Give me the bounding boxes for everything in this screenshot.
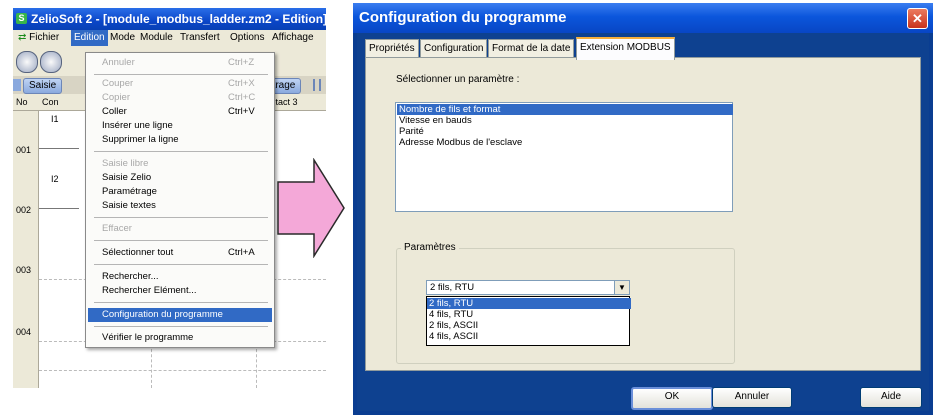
zeliosoft-app-icon: S (16, 13, 27, 24)
row-number (13, 356, 39, 388)
grid-line (39, 370, 326, 371)
parameters-group-title: Paramètres (401, 242, 459, 253)
close-icon[interactable]: ✕ (907, 8, 928, 29)
row-number: 004 (13, 291, 39, 357)
row-number: 002 (13, 171, 39, 232)
dialog-body: Propriétés Configuration Format de la da… (357, 33, 929, 411)
grid-line (151, 344, 152, 388)
menu-separator (94, 240, 268, 241)
menu-item-effacer[interactable]: Effacer (88, 222, 272, 236)
edition-dropdown-menu: Annuler Ctrl+Z Couper Ctrl+X Copier Ctrl+C … (85, 52, 275, 348)
select-option[interactable]: 4 fils, RTU (427, 309, 631, 320)
tab-splitter-icon (313, 79, 321, 91)
menu-module[interactable]: Module (137, 30, 176, 46)
select-current-value: 2 fils, RTU (430, 282, 475, 293)
menu-separator (94, 151, 268, 152)
window-title: S ZelioSoft 2 - [module_modbus_ladder.zm… (13, 8, 326, 30)
tab-scroll-icon (13, 79, 21, 91)
menu-item-parametrage[interactable]: Paramétrage (88, 185, 272, 199)
row-number: 001 (13, 111, 39, 172)
tab-format-date[interactable]: Format de la date (488, 39, 575, 58)
ok-button[interactable]: OK (631, 387, 713, 410)
menu-separator (94, 74, 268, 75)
tab-panel-modbus: Sélectionner un paramètre : Nombre de fi… (365, 57, 921, 371)
menu-fichier[interactable]: ⇄ Fichier (15, 30, 62, 46)
menu-edition[interactable]: Edition (71, 30, 108, 46)
list-item[interactable]: Nombre de fils et format (397, 104, 733, 115)
chevron-down-icon[interactable]: ▼ (614, 281, 629, 294)
menu-item-saisie-zelio[interactable]: Saisie Zelio (88, 171, 272, 185)
tab-configuration[interactable]: Configuration (420, 39, 488, 58)
menu-separator (94, 326, 268, 327)
select-option[interactable]: 4 fils, ASCII (427, 331, 631, 342)
cancel-button[interactable]: Annuler (712, 387, 792, 408)
menu-item-rechercher[interactable]: Rechercher... (88, 270, 272, 284)
menu-item-coller[interactable]: Coller Ctrl+V (88, 105, 272, 119)
ladder-wire (39, 208, 79, 209)
list-item[interactable]: Vitesse en bauds (397, 115, 733, 126)
menu-options[interactable]: Options (227, 30, 267, 46)
menu-item-supprimer-ligne[interactable]: Supprimer la ligne (88, 133, 272, 147)
menu-separator (94, 302, 268, 303)
wires-format-select[interactable]: 2 fils, RTU ▼ (426, 280, 630, 295)
row-number: 003 (13, 231, 39, 292)
ladder-wire (39, 148, 79, 149)
menubar: ⇄ Fichier Edition Mode Module Transfert … (13, 30, 326, 46)
fichier-icon: ⇄ (18, 32, 27, 43)
contact-input-label[interactable]: I2 (51, 174, 59, 184)
menu-item-saisie-libre[interactable]: Saisie libre (88, 157, 272, 171)
menu-separator (94, 217, 268, 218)
menu-transfert[interactable]: Transfert (177, 30, 223, 46)
wires-format-options: 2 fils, RTU 4 fils, RTU 2 fils, ASCII 4 … (426, 296, 631, 346)
configuration-dialog: Configuration du programme ✕ Propriétés … (353, 3, 933, 415)
list-item[interactable]: Parité (397, 126, 733, 137)
new-file-icon[interactable] (16, 51, 38, 73)
menu-item-rechercher-element[interactable]: Rechercher Elément... (88, 284, 272, 298)
menu-item-verifier-programme[interactable]: Vérifier le programme (88, 331, 272, 345)
menu-separator (94, 264, 268, 265)
menu-mode[interactable]: Mode (107, 30, 138, 46)
grid-line (256, 344, 257, 388)
menu-item-configuration-programme[interactable]: Configuration du programme (88, 308, 272, 322)
menu-item-couper[interactable]: Couper Ctrl+X (88, 77, 272, 91)
list-item[interactable]: Adresse Modbus de l'esclave (397, 137, 733, 148)
menu-item-annuler[interactable]: Annuler Ctrl+Z (88, 56, 272, 70)
tab-extension-modbus[interactable]: Extension MODBUS (576, 37, 675, 60)
menu-item-inserer-ligne[interactable]: Insérer une ligne (88, 119, 272, 133)
dialog-title: Configuration du programme (353, 3, 933, 33)
select-option[interactable]: 2 fils, RTU (427, 298, 631, 309)
right-arrow-icon (277, 158, 345, 258)
select-option[interactable]: 2 fils, ASCII (427, 320, 631, 331)
menu-item-saisie-textes[interactable]: Saisie textes (88, 199, 272, 213)
tab-proprietes[interactable]: Propriétés (365, 39, 419, 58)
menu-item-selectionner-tout[interactable]: Sélectionner tout Ctrl+A (88, 246, 272, 260)
select-parameter-label: Sélectionner un paramètre : (396, 74, 520, 85)
help-button[interactable]: Aide (860, 387, 922, 408)
parameter-listbox[interactable]: Nombre de fils et format Vitesse en baud… (395, 102, 733, 212)
contact-input-label[interactable]: I1 (51, 114, 59, 124)
menu-affichage[interactable]: Affichage (269, 30, 317, 46)
open-folder-icon[interactable] (40, 51, 62, 73)
menu-item-copier[interactable]: Copier Ctrl+C (88, 91, 272, 105)
tab-saisie[interactable]: Saisie (23, 78, 63, 94)
